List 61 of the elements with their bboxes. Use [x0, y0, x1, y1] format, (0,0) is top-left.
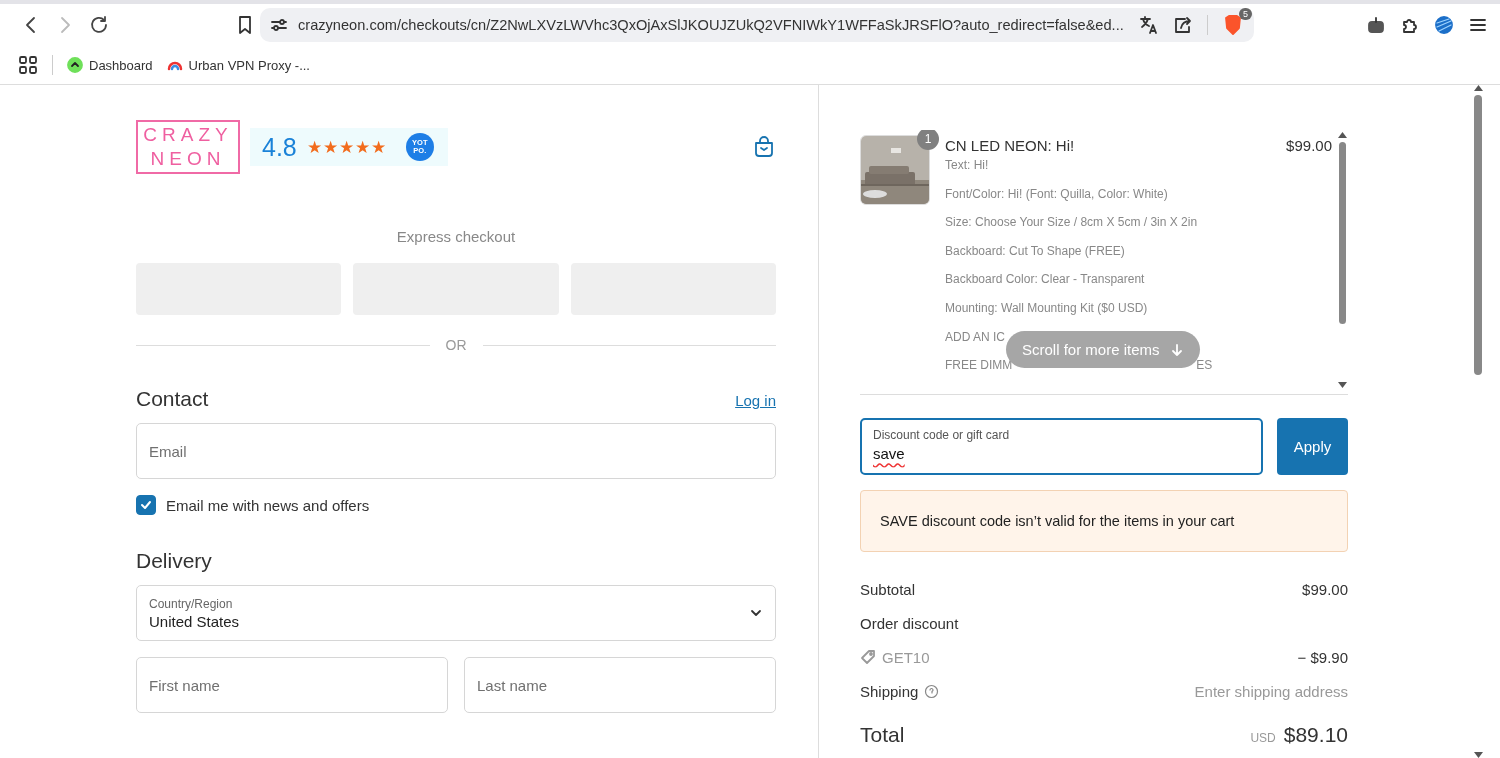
apply-button[interactable]: Apply — [1277, 418, 1348, 475]
address-bar[interactable]: crazyneon.com/checkouts/cn/Z2NwLXVzLWVhc3QxOjAxSlJKOUJZUkQ2VFNIWkY1WFFaSkJRSFlO?auto_redirect=false&ed... 5 — [260, 8, 1254, 42]
product-option: Mounting: Wall Mounting Kit ($0 USD) — [945, 300, 1148, 326]
share-icon[interactable] — [1173, 15, 1193, 35]
product-option: Size: Choose Your Size / 8cm X 5cm / 3in X 2in — [945, 215, 1198, 240]
translate-icon[interactable] — [1139, 15, 1159, 35]
divider-label: OR — [445, 337, 467, 353]
section-heading: Contact — [136, 387, 209, 411]
summary-value: Enter shipping address — [1194, 682, 1348, 700]
bookmark-link[interactable]: Urban VPN Proxy -... — [166, 57, 310, 73]
total-value: $89.10 — [1283, 723, 1348, 747]
star-rating: ★★★★★ — [306, 136, 386, 158]
product-option: ADD AN IC — [945, 329, 1005, 355]
scrollbar-thumb[interactable] — [1338, 142, 1346, 324]
checkmark-icon — [140, 499, 152, 511]
quantity-badge: 1 — [917, 130, 939, 150]
product-option: Backboard: Cut To Shape (FREE) — [945, 243, 1125, 269]
scroll-up-arrow[interactable] — [1337, 132, 1347, 138]
last-name-field[interactable]: Last name — [464, 657, 776, 713]
url-text: crazyneon.com/checkouts/cn/Z2NwLXVzLWVhc3QxOjAxSlJKOUJZUkQ2VFNIWkY1WFFaSkJRSFlO?auto_redirect=false&ed... — [298, 17, 1125, 33]
robot-icon[interactable] — [1366, 15, 1386, 35]
apps-icon[interactable] — [18, 55, 38, 75]
arrow-down-icon — [1169, 342, 1184, 357]
discount-field[interactable]: Discount code or gift card save — [860, 418, 1263, 475]
tag-icon — [860, 649, 876, 665]
bookmark-icon[interactable] — [236, 14, 254, 36]
section-heading: Delivery — [136, 549, 212, 573]
globe-icon[interactable] — [1434, 15, 1454, 35]
summary-value: $99.00 — [1302, 580, 1348, 598]
summary-label: Shipping — [860, 682, 919, 700]
currency-label: USD — [1250, 731, 1276, 745]
discount-code: GET10 — [882, 648, 930, 666]
shopping-bag-icon[interactable] — [752, 135, 776, 159]
product-title: CN LED NEON: Hi! — [945, 137, 1075, 154]
summary-value: − $9.90 — [1297, 648, 1348, 666]
first-name-field[interactable]: First name — [136, 657, 448, 713]
login-link[interactable]: Log in — [735, 392, 776, 409]
site-settings-icon[interactable] — [270, 16, 288, 34]
bookmark-link[interactable]: Dashboard — [67, 57, 153, 73]
section-label: Express checkout — [395, 228, 517, 245]
scroll-up-arrow[interactable] — [1473, 85, 1483, 91]
email-field[interactable]: Email — [136, 423, 776, 479]
total-label: Total — [860, 723, 905, 747]
reload-icon[interactable] — [88, 14, 110, 36]
count-badge: 5 — [1239, 8, 1252, 20]
product-option: Backboard Color: Clear - Transparent — [945, 272, 1145, 297]
rating-value: 4.8 — [262, 132, 297, 162]
product-option: Font/Color: Hi! (Font: Quilla, Color: White) — [945, 186, 1168, 212]
error-message: SAVE discount code isn’t valid for the items in your cart — [860, 490, 1348, 552]
scrollbar-thumb[interactable] — [1474, 95, 1482, 375]
product-option: Text: Hi! — [945, 158, 989, 183]
scroll-down-arrow[interactable] — [1337, 382, 1347, 388]
scroll-down-arrow[interactable] — [1473, 752, 1483, 758]
product-price: $99.00 — [1286, 137, 1332, 154]
help-icon[interactable] — [924, 683, 940, 699]
summary-label: Order discount — [860, 614, 959, 632]
store-logo[interactable]: CRAZY NEON — [136, 120, 240, 174]
checkbox-label: Email me with news and offers — [166, 496, 370, 514]
checkbox[interactable] — [136, 495, 156, 515]
country-select[interactable]: Country/Region United States — [136, 585, 776, 641]
summary-label: Subtotal — [860, 580, 916, 598]
